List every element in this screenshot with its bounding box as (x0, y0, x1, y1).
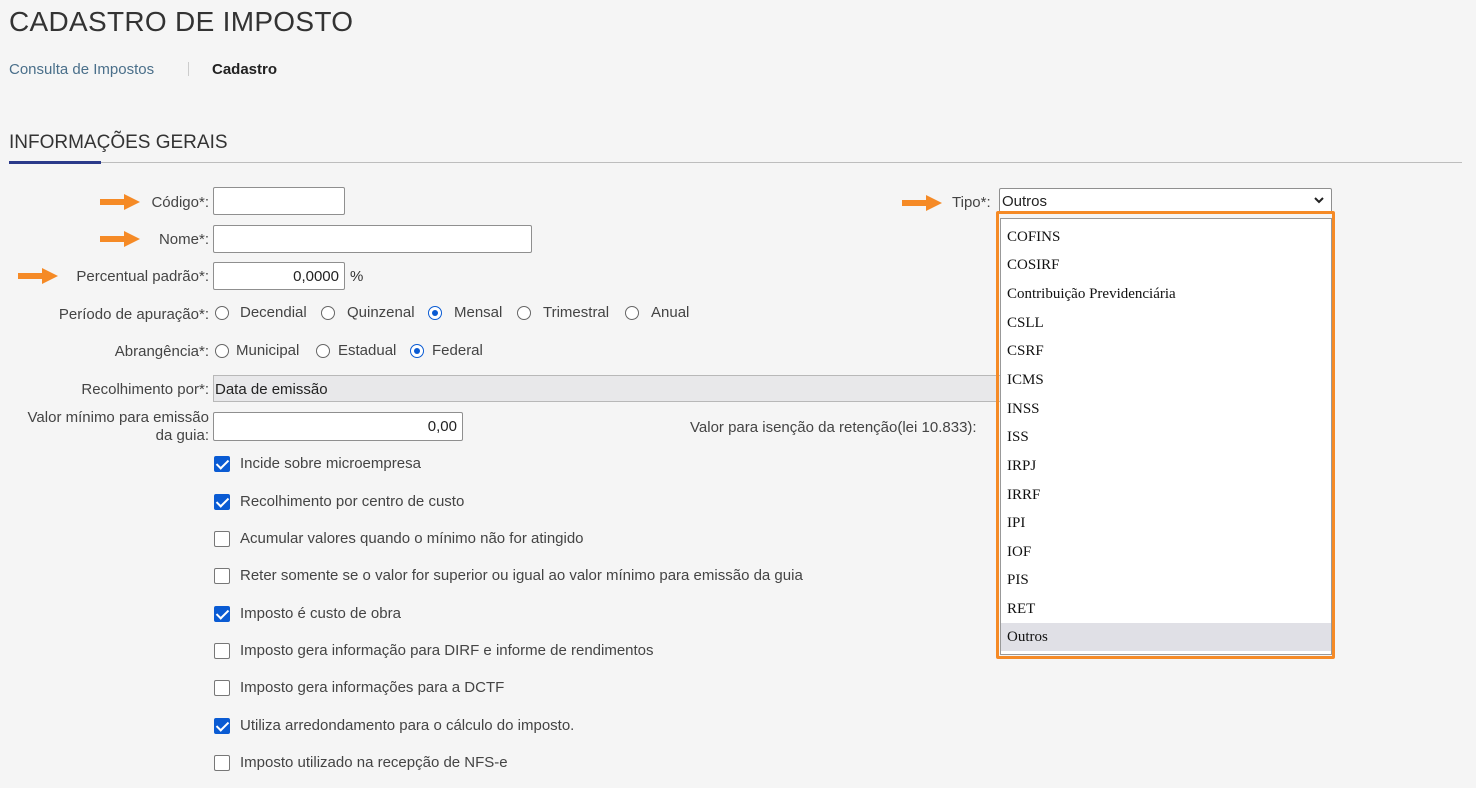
checkbox-label: Incide sobre microempresa (240, 455, 421, 472)
dropdown-option-cosirf[interactable]: COSIRF (1001, 251, 1331, 279)
dropdown-option-iof[interactable]: IOF (1001, 538, 1331, 566)
periodo-option-label: Trimestral (543, 304, 610, 321)
codigo-label: Código*: (151, 194, 209, 211)
checkbox-label: Imposto gera informação para DIRF e info… (240, 642, 654, 659)
recolhimento-label: Recolhimento por*: (81, 381, 209, 398)
tipo-label: Tipo*: (952, 194, 991, 211)
checkbox-label: Imposto é custo de obra (240, 605, 401, 622)
periodo-radio-mensal[interactable] (428, 306, 442, 320)
dropdown-option-ipi[interactable]: IPI (1001, 509, 1331, 537)
dropdown-option-csrf[interactable]: CSRF (1001, 337, 1331, 365)
valor-minimo-input[interactable] (213, 412, 463, 441)
dropdown-option-inss[interactable]: INSS (1001, 395, 1331, 423)
checkbox-dctf[interactable] (214, 680, 230, 696)
page-title: CADASTRO DE IMPOSTO (9, 6, 354, 37)
dropdown-option-csll[interactable]: CSLL (1001, 309, 1331, 337)
periodo-radio-trimestral[interactable] (517, 306, 531, 320)
checkbox-label: Recolhimento por centro de custo (240, 493, 465, 510)
dropdown-option-irpj[interactable]: IRPJ (1001, 452, 1331, 480)
chevron-down-icon (1313, 193, 1325, 209)
recolhimento-select[interactable]: Data de emissão (213, 375, 1000, 402)
checkbox-reter-somente[interactable] (214, 568, 230, 584)
section-title: INFORMAÇÕES GERAIS (9, 132, 228, 153)
dropdown-option-cofins[interactable]: COFINS (1001, 223, 1331, 251)
checkbox-acumular-valores[interactable] (214, 531, 230, 547)
tipo-dropdown-list: COFINS COSIRF Contribuição Previdenciári… (1000, 218, 1332, 655)
checkbox-label: Utiliza arredondamento para o cálculo do… (240, 717, 575, 734)
checkbox-incide-microempresa[interactable] (214, 456, 230, 472)
section-divider (9, 162, 1462, 163)
breadcrumb-separator (188, 62, 189, 76)
valor-minimo-label-line2: da guia: (155, 427, 209, 444)
checkbox-nfse[interactable] (214, 755, 230, 771)
checkbox-label: Imposto gera informações para a DCTF (240, 679, 505, 696)
abrangencia-option-label: Federal (432, 342, 483, 359)
abrangencia-radio-municipal[interactable] (215, 344, 229, 358)
checkbox-recolhimento-centro-custo[interactable] (214, 494, 230, 510)
periodo-radio-anual[interactable] (625, 306, 639, 320)
tipo-selected-value: Outros (1002, 193, 1048, 210)
breadcrumb-current: Cadastro (212, 61, 278, 78)
codigo-input[interactable] (213, 187, 345, 215)
periodo-option-label: Mensal (454, 304, 503, 321)
checkbox-label: Acumular valores quando o mínimo não for… (240, 530, 584, 547)
breadcrumb-link-consulta[interactable]: Consulta de Impostos (9, 61, 154, 78)
nome-label: Nome*: (158, 231, 209, 248)
dropdown-option-contribuicao-previdenciaria[interactable]: Contribuição Previdenciária (1001, 280, 1331, 308)
periodo-label: Período de apuração*: (58, 306, 209, 323)
abrangencia-option-label: Municipal (236, 342, 300, 359)
percent-unit: % (350, 268, 364, 285)
valor-minimo-label-line1: Valor mínimo para emissão (27, 409, 209, 426)
abrangencia-radio-estadual[interactable] (316, 344, 330, 358)
periodo-option-label: Decendial (240, 304, 307, 321)
checkbox-dirf[interactable] (214, 643, 230, 659)
dropdown-option-irrf[interactable]: IRRF (1001, 481, 1331, 509)
section-accent-bar (9, 161, 101, 164)
periodo-option-label: Quinzenal (347, 304, 415, 321)
percentual-label: Percentual padrão*: (76, 268, 209, 285)
periodo-radio-quinzenal[interactable] (321, 306, 335, 320)
checkbox-arredondamento[interactable] (214, 718, 230, 734)
abrangencia-radio-federal[interactable] (410, 344, 424, 358)
nome-input[interactable] (213, 225, 532, 253)
abrangencia-label: Abrangência*: (114, 343, 209, 360)
dropdown-option-ret[interactable]: RET (1001, 595, 1331, 623)
dropdown-option-outros[interactable]: Outros (1001, 623, 1331, 651)
annotation-arrow-icon (902, 195, 942, 211)
periodo-option-label: Anual (651, 304, 690, 321)
checkbox-label: Imposto utilizado na recepção de NFS-e (240, 754, 508, 771)
valor-minimo-label: Valor mínimo para emissão da guia: (9, 409, 209, 445)
tipo-select[interactable]: Outros (999, 188, 1332, 214)
abrangencia-option-label: Estadual (338, 342, 397, 359)
dropdown-option-icms[interactable]: ICMS (1001, 366, 1331, 394)
dropdown-option-pis[interactable]: PIS (1001, 566, 1331, 594)
checkbox-custo-obra[interactable] (214, 606, 230, 622)
dropdown-option-iss[interactable]: ISS (1001, 423, 1331, 451)
periodo-radio-decendial[interactable] (215, 306, 229, 320)
percentual-input[interactable] (213, 262, 345, 290)
checkbox-label: Reter somente se o valor for superior ou… (240, 567, 803, 584)
valor-isencao-label: Valor para isenção da retenção(lei 10.83… (690, 419, 977, 436)
